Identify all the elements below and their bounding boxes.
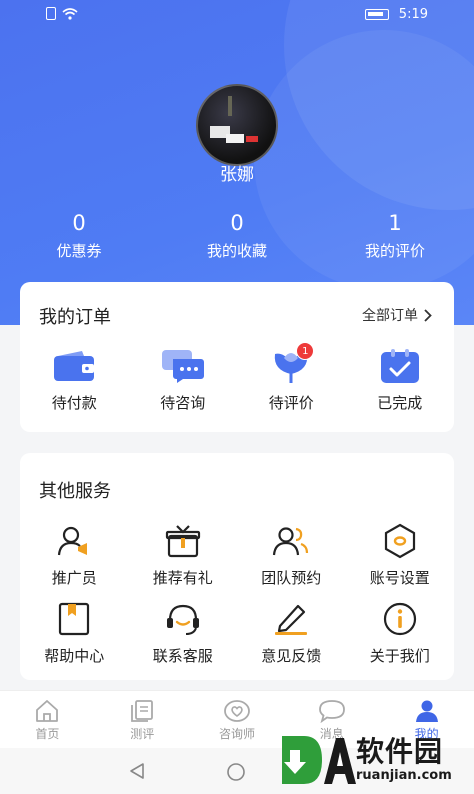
sim-icon (46, 7, 56, 20)
stat-label: 优惠券 (56, 242, 102, 260)
order-pending-review[interactable]: 1 待评价 (237, 342, 346, 413)
service-label: 联系客服 (152, 647, 213, 665)
watermark-sub: ruanjian.com (356, 768, 452, 783)
avatar[interactable] (196, 84, 278, 166)
stat-value: 0 (230, 211, 244, 235)
services-card: 其他服务 推广员 推荐有礼 团队预约 账号设置 帮助中心 联系客服 意见反馈 关… (20, 453, 454, 680)
promoter-icon (58, 526, 88, 556)
help-book-icon (59, 602, 90, 636)
service-feedback[interactable]: 意见反馈 (237, 599, 346, 666)
gift-icon (165, 525, 200, 558)
status-bar: 5:19 (0, 0, 474, 30)
order-label: 已完成 (377, 394, 423, 412)
orders-card: 我的订单 全部订单 待付款 待咨询 1 待评价 已完成 (20, 282, 454, 432)
download-logo-icon (282, 736, 356, 784)
service-label: 帮助中心 (44, 647, 105, 665)
order-label: 待付款 (51, 394, 97, 412)
service-promoter[interactable]: 推广员 (20, 521, 129, 588)
stat-coupons[interactable]: 0 优惠券 (0, 210, 158, 261)
stat-label: 我的收藏 (206, 242, 267, 260)
review-badge: 1 (296, 342, 315, 360)
stat-favorites[interactable]: 0 我的收藏 (158, 210, 316, 261)
order-pending-payment[interactable]: 待付款 (20, 346, 129, 413)
tab-home[interactable]: 首页 (0, 691, 95, 748)
tab-test[interactable]: 测评 (95, 691, 190, 748)
order-pending-consult[interactable]: 待咨询 (129, 346, 238, 413)
orders-title: 我的订单 (39, 307, 111, 328)
battery-icon (364, 9, 389, 20)
service-team-booking[interactable]: 团队预约 (237, 521, 346, 588)
tab-label: 首页 (35, 727, 60, 741)
all-orders-link[interactable]: 全部订单 (362, 305, 432, 325)
services-title: 其他服务 (39, 481, 111, 502)
order-label: 待评价 (268, 394, 314, 412)
status-time: 5:19 (398, 7, 428, 22)
home-icon (36, 700, 59, 722)
heart-icon (224, 700, 250, 722)
watermark-logo: 软件园 ruanjian.com (278, 730, 468, 792)
wifi-icon (62, 7, 78, 20)
watermark-text: 软件园 (356, 735, 444, 768)
service-about-us[interactable]: 关于我们 (346, 599, 455, 666)
service-label: 推广员 (51, 569, 97, 587)
service-label: 关于我们 (369, 647, 430, 665)
service-label: 团队预约 (261, 569, 322, 587)
wallet-icon (54, 351, 95, 381)
info-icon (383, 602, 416, 636)
back-triangle-icon[interactable] (128, 762, 146, 780)
stats-row: 0 优惠券 0 我的收藏 1 我的评价 (0, 210, 474, 261)
stat-label: 我的评价 (364, 242, 425, 260)
service-referral-gift[interactable]: 推荐有礼 (129, 521, 238, 588)
tab-counselor[interactable]: 咨询师 (190, 691, 285, 748)
service-account-settings[interactable]: 账号设置 (346, 521, 455, 588)
stat-value: 0 (72, 211, 86, 235)
chevron-right-icon (424, 308, 432, 322)
tab-label: 咨询师 (218, 727, 255, 741)
service-label: 账号设置 (369, 569, 430, 587)
stat-value: 1 (388, 211, 402, 235)
clipboard-check-icon (380, 349, 419, 383)
home-circle-icon[interactable] (226, 762, 246, 782)
service-label: 意见反馈 (261, 647, 322, 665)
order-label: 待咨询 (160, 394, 206, 412)
order-completed[interactable]: 已完成 (346, 346, 455, 413)
test-icon (131, 700, 154, 722)
headset-icon (166, 604, 199, 635)
all-orders-label: 全部订单 (362, 308, 418, 324)
user-name: 张娜 (220, 165, 254, 185)
service-help-center[interactable]: 帮助中心 (20, 599, 129, 666)
pen-icon (275, 604, 308, 635)
message-icon (318, 700, 345, 723)
hexagon-settings-icon (384, 523, 415, 559)
tab-label: 测评 (130, 727, 155, 741)
user-icon (415, 700, 438, 722)
team-icon (273, 527, 309, 556)
service-label: 推荐有礼 (152, 569, 213, 587)
chat-bubble-icon (161, 350, 204, 383)
service-customer-support[interactable]: 联系客服 (129, 599, 238, 666)
stat-reviews[interactable]: 1 我的评价 (316, 210, 474, 261)
